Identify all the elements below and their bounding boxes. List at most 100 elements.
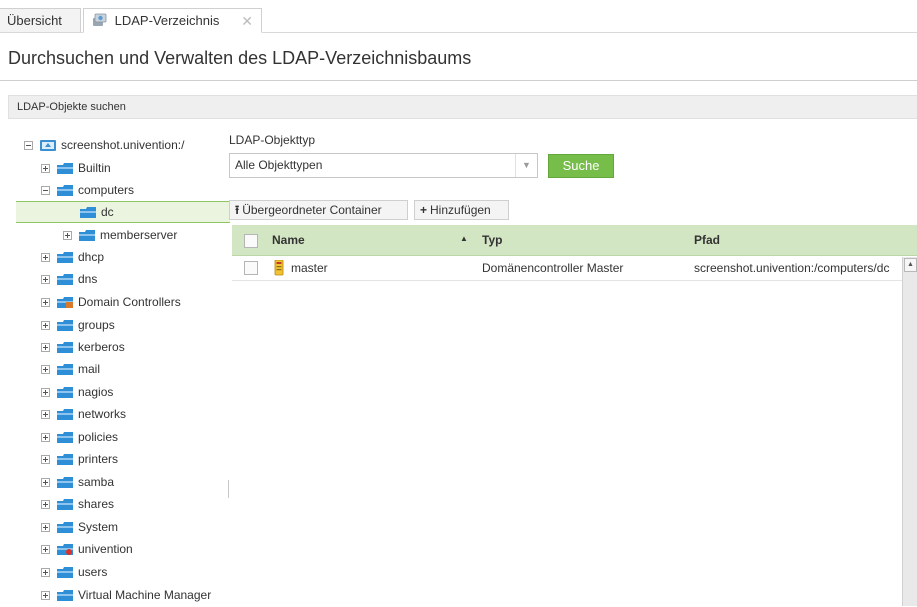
tree-item-label: computers [78,183,135,197]
tree-item-shares[interactable]: shares [41,494,114,516]
parent-container-button[interactable]: ⭱ Übergeordneter Container [229,200,408,220]
arrow-up-icon: ⭱ [235,203,240,217]
expand-icon[interactable] [41,343,50,352]
column-header-name[interactable]: Name [272,233,305,247]
object-type-value: Alle Objekttypen [235,158,323,172]
collapse-icon[interactable] [41,186,50,195]
tree-item-domain-controllers[interactable]: Domain Controllers [41,292,181,314]
pane-splitter[interactable] [228,480,229,498]
folder-icon [57,589,73,601]
tree-item-label: mail [78,362,101,376]
expand-icon[interactable] [41,388,50,397]
tree-item-label: System [78,520,119,534]
plus-icon: + [420,203,428,217]
object-type-label: LDAP-Objekttyp [229,133,316,147]
tree-item-label: Domain Controllers [78,295,181,309]
folder-icon [57,453,73,465]
folder-icon [57,386,73,398]
expand-icon[interactable] [41,321,50,330]
tree-item-computers[interactable]: computers [41,180,134,202]
tab-overview[interactable]: Übersicht [0,8,81,33]
tree-item-label: samba [78,475,115,489]
tree-item-root[interactable]: screenshot.univention:/ [24,135,184,157]
collapse-icon[interactable] [24,141,33,150]
tree-item-policies[interactable]: policies [41,427,118,449]
expand-icon[interactable] [41,523,50,532]
tree-item-mail[interactable]: mail [41,359,100,381]
tree-item-users[interactable]: users [41,562,107,584]
tree-item-label: dc [101,205,114,219]
vertical-scrollbar[interactable]: ▲ [902,257,917,606]
domain-icon [40,139,56,151]
tab-bar: Übersicht LDAP-Verzeichnis ✕ [0,0,917,33]
tree-item-label: memberserver [100,228,178,242]
domain-controller-icon [274,259,284,276]
sort-ascending-icon[interactable]: ▲ [460,234,468,243]
tree-item-label: dns [78,272,98,286]
tree-item-univention[interactable]: univention [41,539,133,561]
object-type-select[interactable]: Alle Objekttypen ▼ [229,153,538,178]
title-divider [0,80,917,81]
expand-icon[interactable] [41,545,50,554]
tree-item-label: kerberos [78,340,125,354]
cell-typ: Domänencontroller Master [482,261,624,275]
expand-icon[interactable] [41,500,50,509]
scroll-up-icon[interactable]: ▲ [904,258,917,272]
folder-icon [57,476,73,488]
tree-item-dhcp[interactable]: dhcp [41,247,104,269]
dropdown-arrow-icon[interactable]: ▼ [515,154,537,177]
tree-item-kerberos[interactable]: kerberos [41,337,125,359]
tree-item-builtin[interactable]: Builtin [41,158,111,180]
tree-item-printers[interactable]: printers [41,449,118,471]
tree-item-label: networks [78,407,127,421]
tree-item-label: Builtin [78,161,111,175]
expand-icon[interactable] [41,298,50,307]
expand-icon[interactable] [41,410,50,419]
folder-icon [79,229,95,241]
folder-icon [57,273,73,285]
tree-item-dns[interactable]: dns [41,269,97,291]
search-button[interactable]: Suche [548,154,614,178]
expand-icon[interactable] [41,433,50,442]
expand-icon[interactable] [63,231,72,240]
tree-item-label: screenshot.univention:/ [61,138,185,152]
table-row[interactable]: master Domänencontroller Master screensh… [232,257,902,281]
add-button[interactable]: + Hinzufügen [414,200,509,220]
expand-icon[interactable] [41,591,50,600]
expand-icon[interactable] [41,253,50,262]
tree-item-label: shares [78,497,115,511]
page-title: Durchsuchen und Verwalten des LDAP-Verze… [8,48,472,68]
tree-item-memberserver[interactable]: memberserver [63,225,177,247]
folder-icon [57,498,73,510]
expand-icon[interactable] [41,455,50,464]
column-header-pfad[interactable]: Pfad [694,233,720,247]
tab-ldap-directory[interactable]: LDAP-Verzeichnis ✕ [83,8,262,33]
ldap-directory-icon [92,11,108,26]
tree-item-system[interactable]: System [41,517,118,539]
expand-icon[interactable] [41,164,50,173]
folder-icon [57,341,73,353]
column-header-typ[interactable]: Typ [482,233,502,247]
row-checkbox[interactable] [244,261,258,275]
expand-icon[interactable] [41,365,50,374]
tree-item-label: Virtual Machine Manager [78,588,212,602]
expand-icon[interactable] [41,275,50,284]
tree-item-virtual-machine-manager[interactable]: Virtual Machine Manager [41,585,211,607]
select-all-checkbox[interactable] [244,234,258,248]
tree-item-nagios[interactable]: nagios [41,382,113,404]
close-icon[interactable]: ✕ [241,9,253,33]
parent-container-label: Übergeordneter Container [242,203,382,217]
folder-icon [57,408,73,420]
folder-icon [57,431,73,443]
grid-header: Name ▲ Typ Pfad [232,225,917,256]
expand-icon[interactable] [41,478,50,487]
univention-folder-icon [57,543,73,555]
tab-overview-label: Übersicht [7,13,62,28]
tree-item-dc[interactable]: dc [16,201,230,223]
tree-item-networks[interactable]: networks [41,404,126,426]
tree-item-samba[interactable]: samba [41,472,114,494]
folder-icon [57,162,73,174]
tree-item-groups[interactable]: groups [41,315,115,337]
tab-ldap-directory-label: LDAP-Verzeichnis [114,13,220,28]
expand-icon[interactable] [41,568,50,577]
